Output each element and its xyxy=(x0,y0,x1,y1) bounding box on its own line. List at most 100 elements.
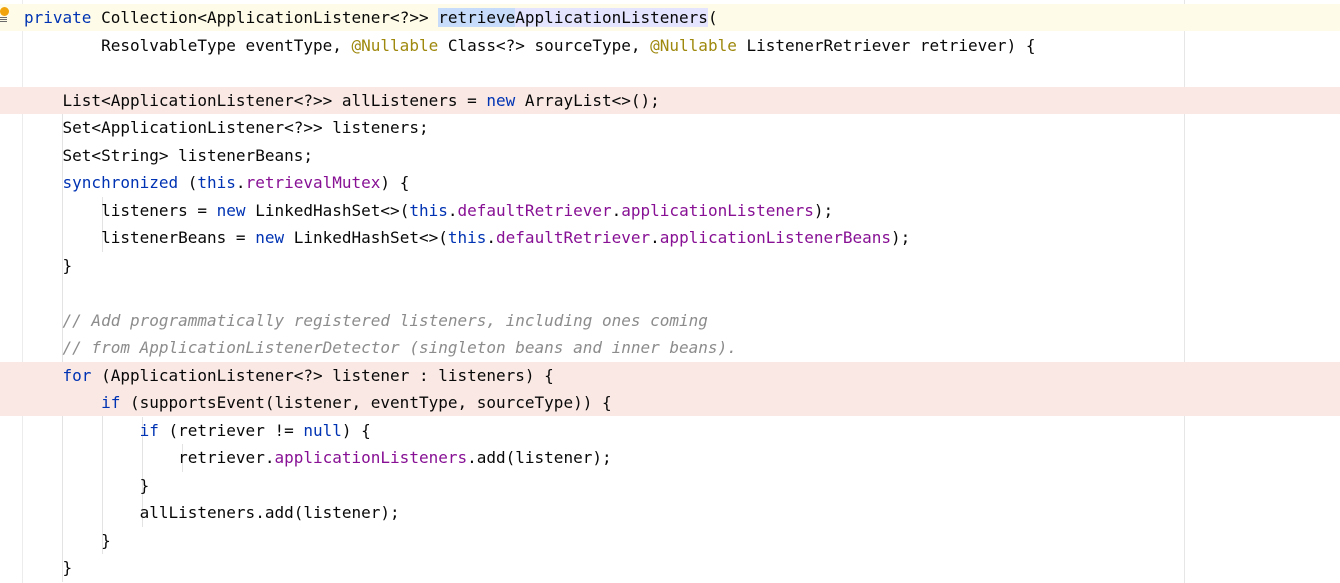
code-line[interactable]: } xyxy=(0,472,1340,499)
annotation-token: @Nullable xyxy=(351,35,439,55)
comment-token: // from ApplicationListenerDetector (sin… xyxy=(62,338,737,357)
code-line[interactable]: listenerBeans = new LinkedHashSet<>(this… xyxy=(0,224,1340,251)
keyword-token: this xyxy=(447,228,487,247)
code-token: ); xyxy=(890,228,911,247)
code-token: LinkedHashSet<>( xyxy=(284,228,448,247)
code-token: LinkedHashSet<>( xyxy=(245,200,410,220)
code-line[interactable] xyxy=(0,279,1340,306)
code-line[interactable]: List<ApplicationListener<?>> allListener… xyxy=(0,86,1340,114)
code-token: listenerBeans = xyxy=(24,228,256,247)
code-token: ( xyxy=(178,173,198,192)
code-text[interactable]: listenerBeans = new LinkedHashSet<>(this… xyxy=(24,224,910,251)
code-line[interactable]: Set<ApplicationListener<?>> listeners; xyxy=(0,114,1340,141)
code-line[interactable]: Set<String> listenerBeans; xyxy=(0,142,1340,169)
code-token: } xyxy=(24,558,73,577)
code-line[interactable]: if (supportsEvent(listener, eventType, s… xyxy=(0,389,1340,416)
field-token: applicationListenerBeans xyxy=(659,228,891,247)
keyword-token: new xyxy=(216,200,246,220)
field-token: retrievalMutex xyxy=(245,173,381,192)
field-token: defaultRetriever xyxy=(457,200,612,220)
code-text[interactable]: for (ApplicationListener<?> listener : l… xyxy=(24,362,554,389)
code-text[interactable]: } xyxy=(24,472,150,499)
code-text[interactable]: } xyxy=(24,554,73,581)
code-token: . xyxy=(650,228,660,247)
code-line[interactable]: } xyxy=(0,554,1340,581)
code-line[interactable]: if (retriever != null) { xyxy=(0,417,1340,444)
annotation-token: @Nullable xyxy=(650,35,737,55)
code-token: ResolvableType eventType, xyxy=(24,35,352,55)
code-text[interactable]: } xyxy=(24,527,111,554)
code-text[interactable]: synchronized (this.retrievalMutex) { xyxy=(24,169,410,196)
code-line[interactable]: } xyxy=(0,252,1340,279)
comment-token: // Add programmatically registered liste… xyxy=(62,310,708,330)
code-token: (supportsEvent(listener, eventType, sour… xyxy=(120,393,612,412)
code-token: .add(listener); xyxy=(467,448,612,467)
code-line[interactable]: retriever.applicationListeners.add(liste… xyxy=(0,444,1340,471)
code-line[interactable]: for (ApplicationListener<?> listener : l… xyxy=(0,361,1340,389)
method-name-token: ApplicationListeners xyxy=(515,8,708,27)
code-text[interactable]: } xyxy=(24,252,73,279)
code-token: ListenerRetriever retriever) { xyxy=(736,35,1036,55)
code-token: ); xyxy=(813,200,834,220)
code-text[interactable]: Set<String> listenerBeans; xyxy=(24,142,313,169)
code-line[interactable]: allListeners.add(listener); xyxy=(0,499,1340,526)
keyword-token: if xyxy=(101,393,121,412)
code-token: Collection<ApplicationListener<?>> xyxy=(91,8,439,27)
intention-bulb-icon[interactable] xyxy=(0,7,10,23)
code-line[interactable]: // from ApplicationListenerDetector (sin… xyxy=(0,334,1340,361)
keyword-token: for xyxy=(62,365,92,385)
code-text[interactable]: // from ApplicationListenerDetector (sin… xyxy=(24,334,737,361)
code-text[interactable]: if (supportsEvent(listener, eventType, s… xyxy=(24,389,612,416)
code-text[interactable]: allListeners.add(listener); xyxy=(24,499,400,526)
code-text[interactable]: List<ApplicationListener<?>> allListener… xyxy=(24,87,660,114)
code-text[interactable]: ResolvableType eventType, @Nullable Clas… xyxy=(24,32,1035,59)
code-token: listeners = xyxy=(24,200,217,220)
keyword-token: null xyxy=(303,420,342,440)
code-token: retriever. xyxy=(24,448,275,467)
code-line[interactable]: } xyxy=(0,527,1340,554)
code-text[interactable]: retriever.applicationListeners.add(liste… xyxy=(24,444,612,471)
code-token: (retriever != xyxy=(158,420,304,440)
code-token: } xyxy=(24,530,111,550)
code-token: (ApplicationListener<?> listener : liste… xyxy=(91,365,554,385)
code-line[interactable]: ResolvableType eventType, @Nullable Clas… xyxy=(0,32,1340,59)
selected-token: retrieve xyxy=(438,8,516,27)
code-text[interactable]: // Add programmatically registered liste… xyxy=(24,307,708,334)
keyword-token: new xyxy=(486,90,516,110)
field-token: applicationListeners xyxy=(274,448,468,467)
code-line[interactable]: private Collection<ApplicationListener<?… xyxy=(0,4,1340,31)
code-token: . xyxy=(611,200,622,220)
code-line[interactable]: synchronized (this.retrievalMutex) { xyxy=(0,169,1340,196)
code-token: Class<?> sourceType, xyxy=(438,35,651,55)
code-token: Set<String> listenerBeans; xyxy=(24,145,313,165)
keyword-token: if xyxy=(139,420,159,440)
code-token: ArrayList<>(); xyxy=(515,90,660,110)
code-token: . xyxy=(486,228,497,247)
code-line[interactable]: listeners = new LinkedHashSet<>(this.def… xyxy=(0,197,1340,224)
code-text[interactable]: if (retriever != null) { xyxy=(24,417,371,444)
code-token: } xyxy=(24,475,150,495)
code-token: } xyxy=(24,255,73,275)
code-line[interactable] xyxy=(0,59,1340,86)
code-text[interactable]: Set<ApplicationListener<?>> listeners; xyxy=(24,114,429,141)
code-text[interactable]: listeners = new LinkedHashSet<>(this.def… xyxy=(24,197,833,224)
code-token: Set<ApplicationListener<?>> listeners; xyxy=(24,118,429,137)
keyword-token: this xyxy=(409,200,448,220)
code-text[interactable]: private Collection<ApplicationListener<?… xyxy=(24,4,718,31)
code-token: ) { xyxy=(380,173,410,192)
code-token: ) { xyxy=(341,420,371,440)
code-editor[interactable]: private Collection<ApplicationListener<?… xyxy=(0,0,1340,583)
code-line[interactable]: // Add programmatically registered liste… xyxy=(0,307,1340,334)
code-token: . xyxy=(447,200,458,220)
code-token: List<ApplicationListener<?>> allListener… xyxy=(24,90,487,110)
keyword-token: private xyxy=(24,8,92,27)
keyword-token: new xyxy=(255,228,285,247)
code-token: allListeners.add(listener); xyxy=(24,503,400,522)
code-token: . xyxy=(235,173,246,192)
field-token: applicationListeners xyxy=(621,200,814,220)
